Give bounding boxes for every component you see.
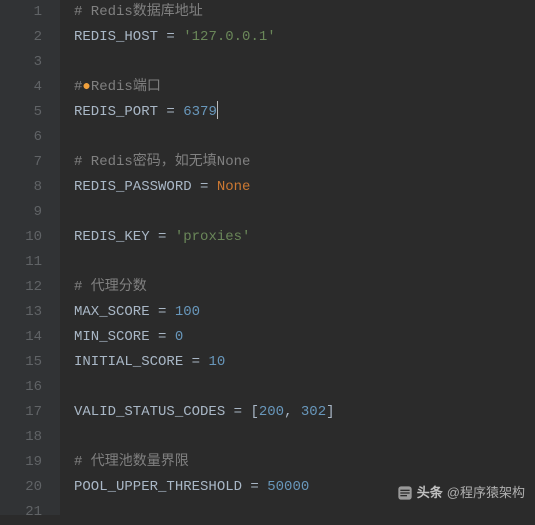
text-cursor-icon [217, 101, 218, 119]
code-line: REDIS_PASSWORD = None [74, 175, 535, 200]
identifier: VALID_STATUS_CODES [74, 404, 225, 420]
code-line [74, 425, 535, 450]
code-line: # 代理分数 [74, 275, 535, 300]
number-literal: 302 [301, 404, 326, 420]
comment-text: # 代理池数量界限 [74, 454, 189, 470]
line-number: 11 [0, 250, 42, 275]
code-line [74, 200, 535, 225]
identifier: REDIS_KEY [74, 229, 150, 245]
comment-text: # Redis密码，如无填None [74, 154, 250, 170]
line-number: 20 [0, 475, 42, 500]
line-number: 14 [0, 325, 42, 350]
line-number: 8 [0, 175, 42, 200]
watermark-logo-icon [397, 485, 413, 501]
line-number-gutter: 1 2 3 4 5 6 7 8 9 10 11 12 13 14 15 16 1… [0, 0, 60, 515]
code-area[interactable]: # Redis数据库地址 REDIS_HOST = '127.0.0.1' #●… [60, 0, 535, 515]
comment-text: # 代理分数 [74, 279, 147, 295]
code-line: # 代理池数量界限 [74, 450, 535, 475]
string-literal: 'proxies' [175, 229, 251, 245]
line-number: 4 [0, 75, 42, 100]
code-line: REDIS_KEY = 'proxies' [74, 225, 535, 250]
identifier: INITIAL_SCORE [74, 354, 183, 370]
code-line: #●Redis端口 [74, 75, 535, 100]
string-literal: '127.0.0.1' [183, 29, 275, 45]
number-literal: 10 [208, 354, 225, 370]
code-line: REDIS_PORT = 6379 [74, 100, 535, 125]
code-line [74, 375, 535, 400]
line-number: 7 [0, 150, 42, 175]
line-number: 5 [0, 100, 42, 125]
code-editor: 1 2 3 4 5 6 7 8 9 10 11 12 13 14 15 16 1… [0, 0, 535, 515]
code-line [74, 50, 535, 75]
number-literal: 200 [259, 404, 284, 420]
comment-text: Redis端口 [91, 79, 161, 95]
code-line [74, 125, 535, 150]
number-literal: 6379 [183, 104, 217, 120]
code-line: # Redis密码，如无填None [74, 150, 535, 175]
code-line: MIN_SCORE = 0 [74, 325, 535, 350]
code-line: # Redis数据库地址 [74, 0, 535, 25]
line-number: 15 [0, 350, 42, 375]
line-number: 18 [0, 425, 42, 450]
line-number: 3 [0, 50, 42, 75]
identifier: REDIS_PORT [74, 104, 158, 120]
identifier: MAX_SCORE [74, 304, 150, 320]
identifier: MIN_SCORE [74, 329, 150, 345]
number-literal: 100 [175, 304, 200, 320]
line-number: 13 [0, 300, 42, 325]
code-line: REDIS_HOST = '127.0.0.1' [74, 25, 535, 50]
comment-text: # Redis数据库地址 [74, 4, 203, 20]
number-literal: 50000 [267, 479, 309, 495]
keyword: None [217, 179, 251, 195]
line-number: 6 [0, 125, 42, 150]
line-number: 16 [0, 375, 42, 400]
code-line: INITIAL_SCORE = 10 [74, 350, 535, 375]
line-number: 19 [0, 450, 42, 475]
identifier: REDIS_PASSWORD [74, 179, 192, 195]
watermark-brand: 头条 [417, 480, 443, 505]
watermark-handle: @程序猿架构 [447, 480, 525, 505]
line-number: 17 [0, 400, 42, 425]
watermark: 头条 @程序猿架构 [397, 480, 525, 505]
line-number: 9 [0, 200, 42, 225]
identifier: POOL_UPPER_THRESHOLD [74, 479, 242, 495]
line-number: 1 [0, 0, 42, 25]
identifier: REDIS_HOST [74, 29, 158, 45]
code-line: MAX_SCORE = 100 [74, 300, 535, 325]
line-number: 2 [0, 25, 42, 50]
code-line [74, 250, 535, 275]
number-literal: 0 [175, 329, 183, 345]
caret-indicator-icon: ● [82, 79, 90, 95]
line-number: 12 [0, 275, 42, 300]
line-number: 10 [0, 225, 42, 250]
line-number: 21 [0, 500, 42, 525]
code-line: VALID_STATUS_CODES = [200, 302] [74, 400, 535, 425]
